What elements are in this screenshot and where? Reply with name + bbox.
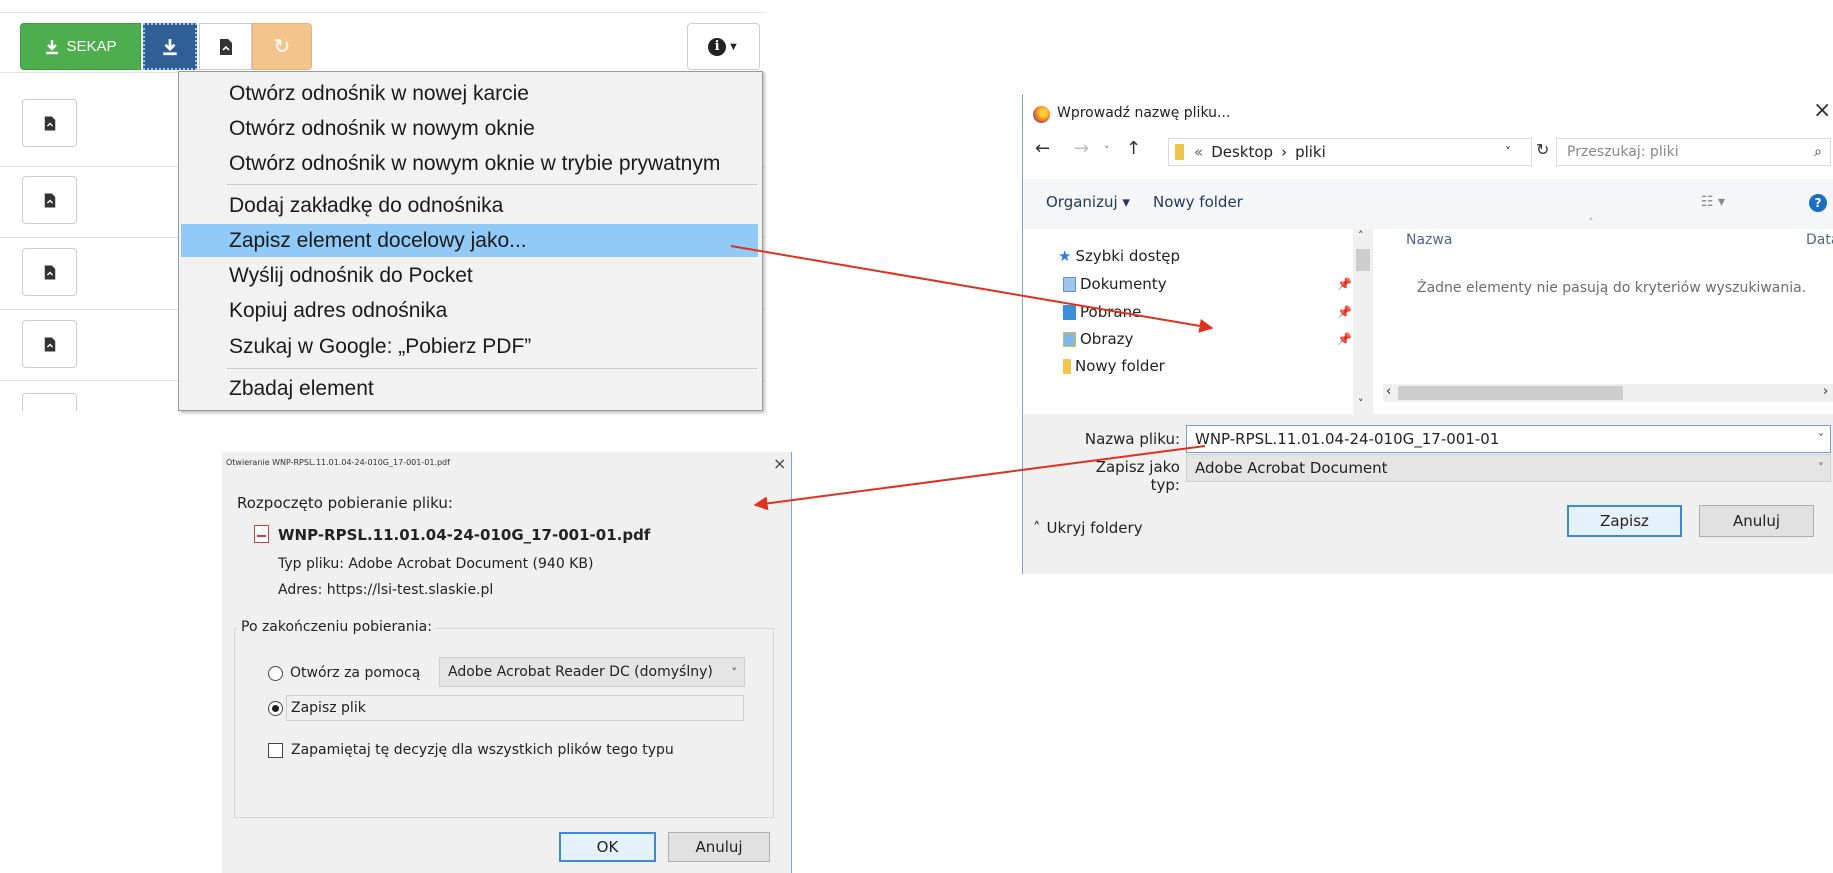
annotation-arrows <box>730 245 1214 511</box>
arrow-save-dialog-to-download <box>753 445 1206 511</box>
arrow-menu-to-save-dialog <box>730 245 1214 333</box>
